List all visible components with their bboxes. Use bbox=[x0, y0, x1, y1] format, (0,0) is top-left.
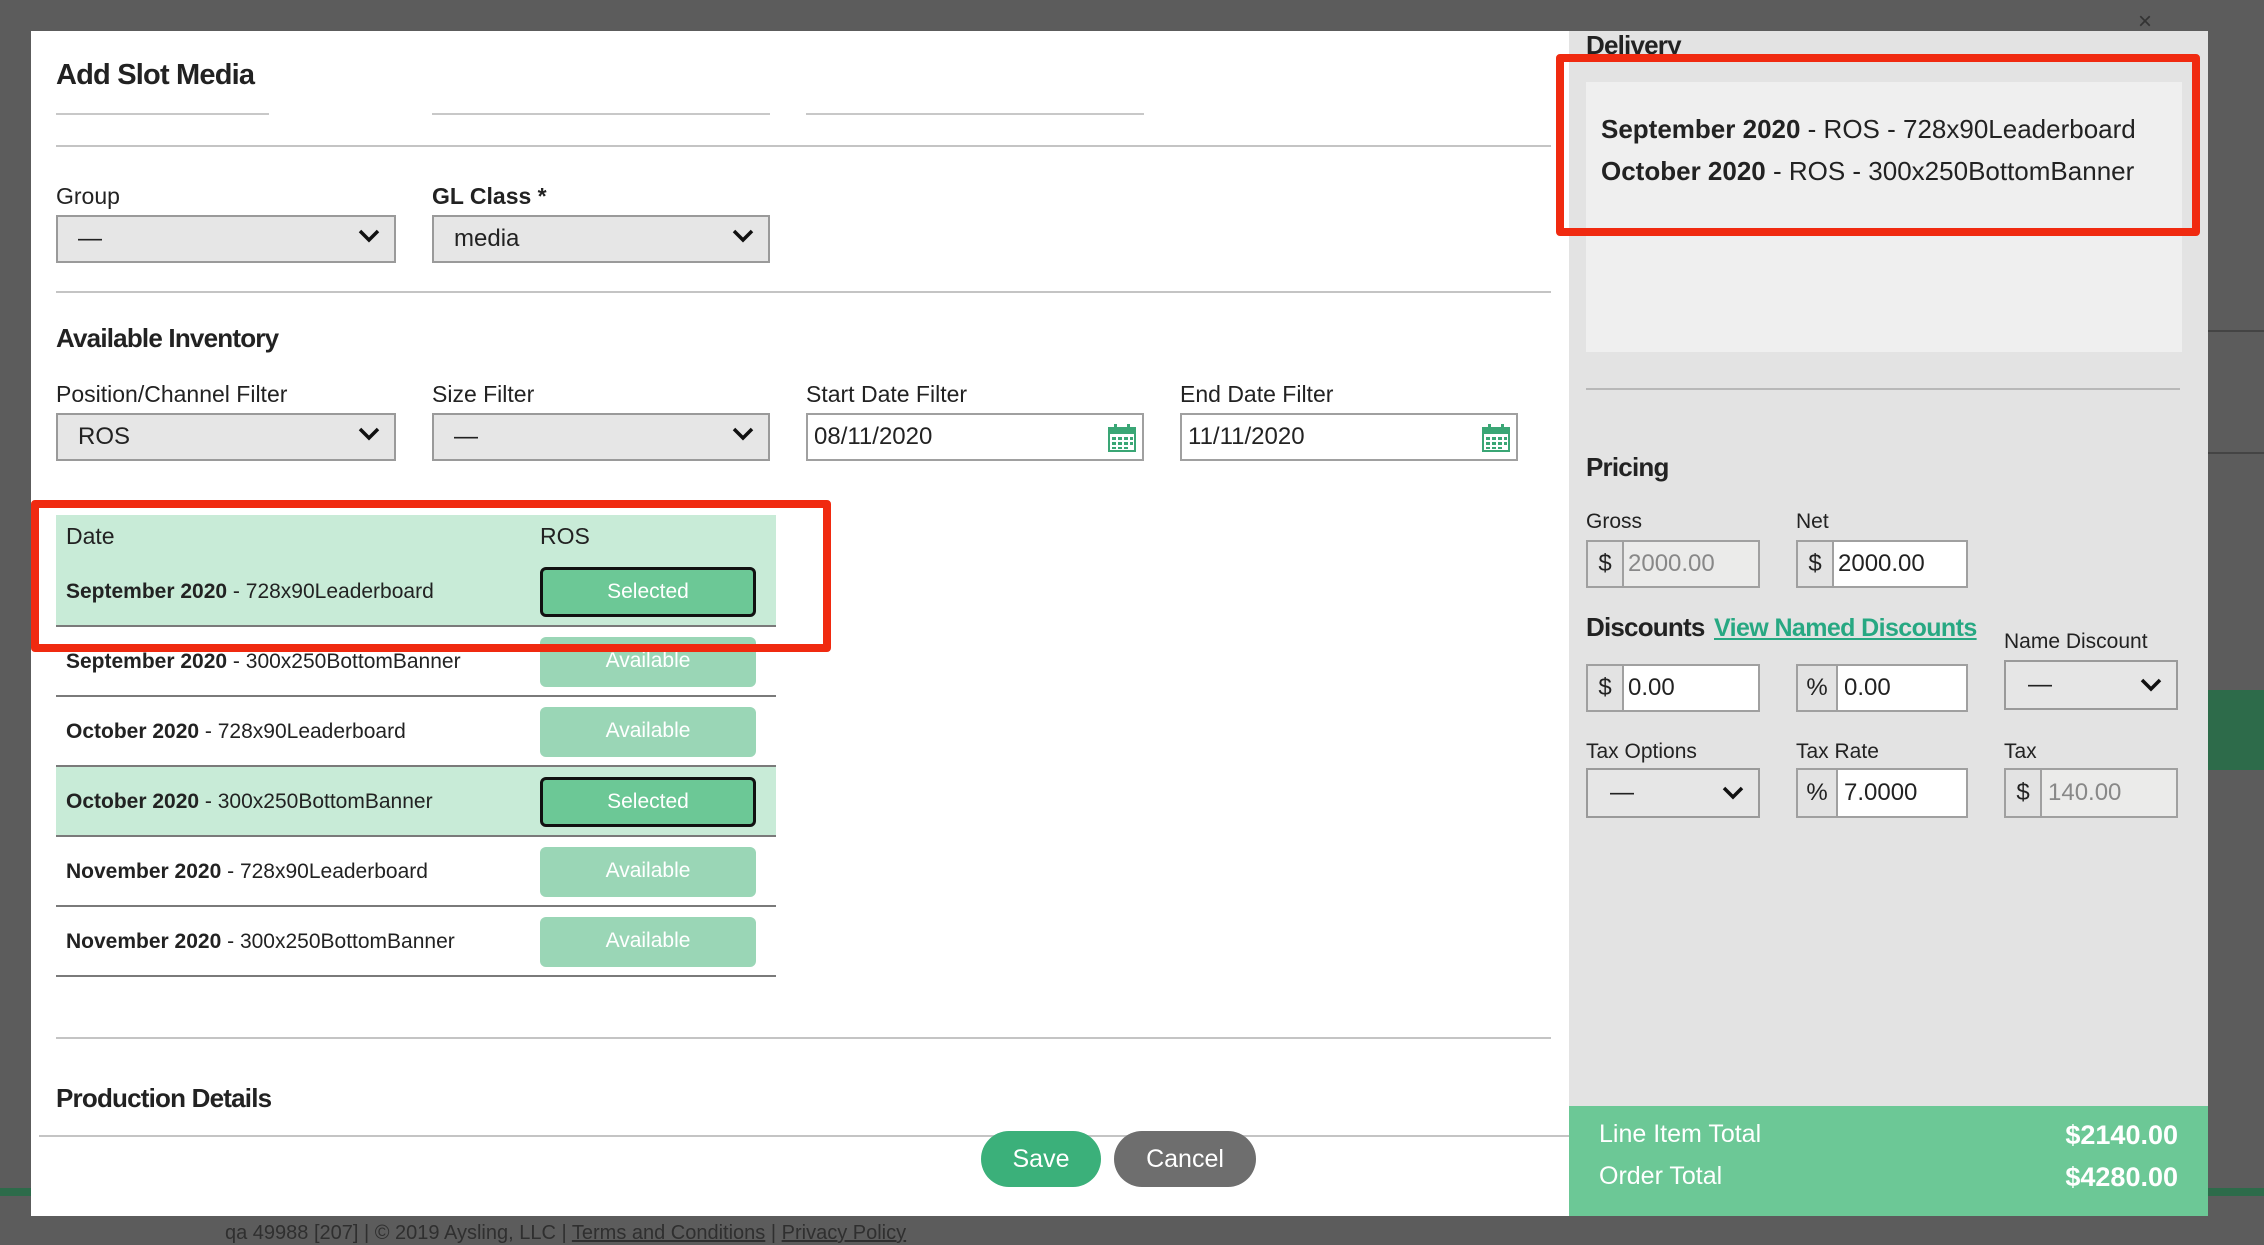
divider bbox=[1586, 388, 2180, 390]
inventory-row-label: November 2020 - 300x250BottomBanner bbox=[66, 930, 455, 953]
name-discount-label: Name Discount bbox=[2004, 630, 2148, 653]
discounts-heading: Discounts bbox=[1586, 612, 1705, 642]
dollar-prefix: $ bbox=[1588, 542, 1624, 586]
divider bbox=[56, 145, 1551, 147]
order-total-value: $4280.00 bbox=[2065, 1162, 2178, 1192]
discount-percent-value: 0.00 bbox=[1844, 674, 1891, 701]
footer-separator: | bbox=[765, 1222, 782, 1244]
slot-toggle-button[interactable]: Available bbox=[540, 707, 756, 757]
privacy-link[interactable]: Privacy Policy bbox=[782, 1222, 906, 1244]
inventory-row-label: October 2020 - 728x90Leaderboard bbox=[66, 720, 406, 743]
background-divider bbox=[2200, 330, 2264, 332]
size-filter-select[interactable]: — bbox=[432, 413, 770, 461]
percent-prefix: % bbox=[1798, 666, 1838, 710]
dollar-prefix: $ bbox=[2006, 770, 2042, 816]
modal-title: Add Slot Media bbox=[56, 59, 255, 91]
background-divider bbox=[2200, 452, 2264, 454]
selected-row-highlight-box bbox=[31, 500, 831, 652]
gl-class-label: GL Class * bbox=[432, 183, 547, 209]
tax-rate-value: 7.0000 bbox=[1844, 779, 1918, 806]
inventory-row: November 2020 - 300x250BottomBanner Avai… bbox=[56, 907, 776, 977]
net-field[interactable]: $ 2000.00 bbox=[1796, 540, 1968, 588]
tax-options-value: — bbox=[1610, 779, 1634, 806]
calendar-icon[interactable] bbox=[1107, 423, 1137, 453]
gross-label: Gross bbox=[1586, 510, 1643, 533]
start-date-label: Start Date Filter bbox=[806, 381, 968, 407]
dollar-prefix: $ bbox=[1588, 666, 1624, 710]
group-select-value: — bbox=[78, 225, 102, 252]
production-details-heading: Production Details bbox=[56, 1083, 272, 1113]
totals-bar: Line Item Total $2140.00 Order Total $42… bbox=[1569, 1106, 2208, 1216]
footer-copyright: qa 49988 [207] | © 2019 Aysling, LLC | bbox=[225, 1222, 572, 1244]
pricing-heading: Pricing bbox=[1586, 452, 1669, 482]
gl-class-select[interactable]: media bbox=[432, 215, 770, 263]
tax-value: 140.00 bbox=[2048, 779, 2122, 806]
end-date-label: End Date Filter bbox=[1180, 381, 1334, 407]
inventory-row-label: October 2020 - 300x250BottomBanner bbox=[66, 790, 433, 813]
tax-options-select[interactable]: — bbox=[1586, 768, 1760, 818]
position-filter-label: Position/Channel Filter bbox=[56, 381, 288, 407]
tax-rate-label: Tax Rate bbox=[1796, 740, 1879, 763]
position-filter-select[interactable]: ROS bbox=[56, 413, 396, 461]
line-item-total-value: $2140.00 bbox=[2065, 1120, 2178, 1150]
percent-prefix: % bbox=[1798, 770, 1838, 816]
terms-link[interactable]: Terms and Conditions bbox=[572, 1222, 765, 1244]
end-date-value: 11/11/2020 bbox=[1188, 423, 1305, 450]
inventory-row: October 2020 - 728x90Leaderboard Availab… bbox=[56, 697, 776, 767]
group-label: Group bbox=[56, 183, 120, 209]
tax-rate-field[interactable]: % 7.0000 bbox=[1796, 768, 1968, 818]
gross-value: 2000.00 bbox=[1628, 550, 1715, 577]
chevron-down-icon bbox=[2140, 678, 2162, 692]
start-date-field[interactable]: 08/11/2020 bbox=[806, 413, 1144, 461]
net-value: 2000.00 bbox=[1838, 550, 1925, 577]
field-underline bbox=[432, 113, 770, 115]
inventory-row-label: September 2020 - 300x250BottomBanner bbox=[66, 650, 461, 673]
close-icon[interactable]: × bbox=[2138, 8, 2152, 36]
view-named-discounts-link[interactable]: View Named Discounts bbox=[1714, 614, 1977, 643]
dollar-prefix: $ bbox=[1798, 542, 1834, 586]
slot-toggle-button[interactable]: Selected bbox=[540, 777, 756, 827]
divider bbox=[39, 1135, 1569, 1137]
chevron-down-icon bbox=[358, 229, 380, 243]
chevron-down-icon bbox=[732, 427, 754, 441]
name-discount-value: — bbox=[2028, 671, 2052, 698]
gl-class-select-value: media bbox=[454, 225, 520, 252]
divider bbox=[56, 1037, 1551, 1039]
discount-percent-field[interactable]: % 0.00 bbox=[1796, 664, 1968, 712]
start-date-value: 08/11/2020 bbox=[814, 423, 933, 450]
size-filter-label: Size Filter bbox=[432, 381, 535, 407]
chevron-down-icon bbox=[732, 229, 754, 243]
gross-field: $ 2000.00 bbox=[1586, 540, 1760, 588]
inventory-row-label: November 2020 - 728x90Leaderboard bbox=[66, 860, 428, 883]
calendar-icon[interactable] bbox=[1481, 423, 1511, 453]
chevron-down-icon bbox=[1722, 786, 1744, 800]
tax-options-label: Tax Options bbox=[1586, 740, 1697, 763]
cancel-button[interactable]: Cancel bbox=[1114, 1131, 1256, 1187]
slot-toggle-button[interactable]: Available bbox=[540, 917, 756, 967]
background-footer: qa 49988 [207] | © 2019 Aysling, LLC | T… bbox=[225, 1222, 906, 1245]
discount-dollar-value: 0.00 bbox=[1628, 674, 1675, 701]
delivery-highlight-box bbox=[1556, 54, 2200, 236]
inventory-row: November 2020 - 728x90Leaderboard Availa… bbox=[56, 837, 776, 907]
field-underline bbox=[806, 113, 1144, 115]
save-button[interactable]: Save bbox=[981, 1131, 1101, 1187]
size-filter-value: — bbox=[454, 423, 478, 450]
tax-label: Tax bbox=[2004, 740, 2037, 763]
available-inventory-heading: Available Inventory bbox=[56, 323, 279, 353]
inventory-row: October 2020 - 300x250BottomBanner Selec… bbox=[56, 767, 776, 837]
chevron-down-icon bbox=[358, 427, 380, 441]
name-discount-select[interactable]: — bbox=[2004, 660, 2178, 710]
group-select[interactable]: — bbox=[56, 215, 396, 263]
slot-toggle-button[interactable]: Available bbox=[540, 847, 756, 897]
divider bbox=[56, 291, 1551, 293]
field-underline bbox=[56, 113, 269, 115]
tax-field: $ 140.00 bbox=[2004, 768, 2178, 818]
end-date-field[interactable]: 11/11/2020 bbox=[1180, 413, 1518, 461]
position-filter-value: ROS bbox=[78, 423, 131, 450]
net-label: Net bbox=[1796, 510, 1829, 533]
background-side-panel bbox=[2200, 690, 2264, 770]
order-total-label: Order Total bbox=[1599, 1162, 1723, 1190]
line-item-total-label: Line Item Total bbox=[1599, 1120, 1762, 1148]
discount-dollar-field[interactable]: $ 0.00 bbox=[1586, 664, 1760, 712]
